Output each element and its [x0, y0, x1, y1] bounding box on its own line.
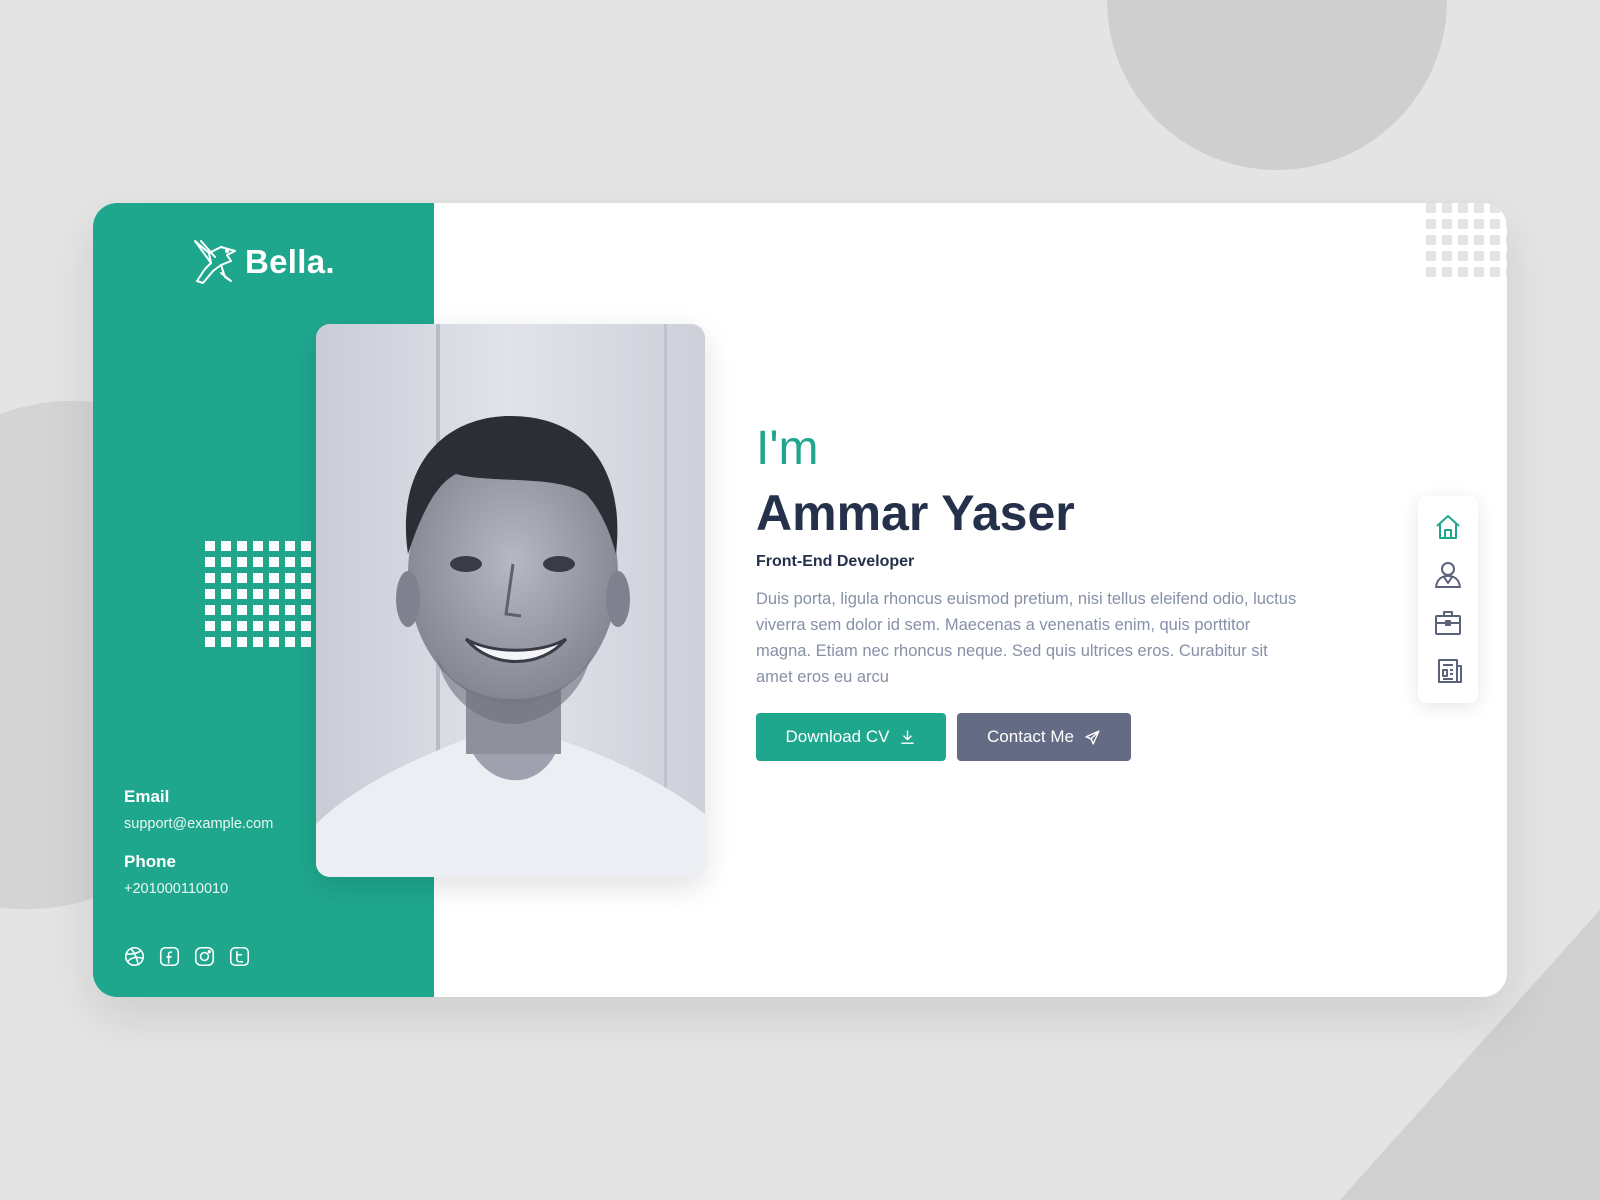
- nav-portfolio[interactable]: [1433, 608, 1463, 638]
- email-label: Email: [124, 787, 170, 806]
- phone-value[interactable]: +201000110010: [124, 881, 273, 897]
- profile-photo: [316, 324, 705, 877]
- instagram-icon[interactable]: [194, 946, 215, 967]
- hero-name: Ammar Yaser: [756, 485, 1075, 541]
- side-navigation: [1418, 496, 1478, 703]
- hero-bio: Duis porta, ligula rhoncus euismod preti…: [756, 590, 1297, 686]
- download-cv-button[interactable]: Download CV: [756, 713, 946, 761]
- decorative-dot-grid-corner: [1426, 203, 1507, 277]
- contact-me-button[interactable]: Contact Me: [957, 713, 1131, 761]
- hero-role: Front-End Developer: [756, 553, 915, 570]
- download-cv-label: Download CV: [785, 727, 890, 746]
- hero-actions: Download CV Contact Me: [756, 713, 1316, 761]
- nav-home[interactable]: [1433, 512, 1463, 542]
- hero-intro: I'm Ammar Yaser Front-End Developer Duis…: [756, 421, 1316, 761]
- brand-name: Bella.: [245, 243, 335, 280]
- social-links: [124, 946, 250, 967]
- home-icon: [1436, 515, 1460, 539]
- greeting: I'm: [756, 422, 819, 475]
- portfolio-card: Bella. Email support@example.com Phone +…: [93, 203, 1507, 997]
- user-icon: [1435, 562, 1461, 588]
- facebook-icon[interactable]: [159, 946, 180, 967]
- nav-about[interactable]: [1433, 560, 1463, 590]
- brand-logo[interactable]: Bella.: [191, 237, 335, 287]
- bird-logo-icon: [194, 240, 236, 284]
- decorative-dot-grid: [205, 541, 327, 647]
- nav-blog[interactable]: [1433, 656, 1463, 686]
- dribbble-icon[interactable]: [124, 946, 145, 967]
- briefcase-icon: [1435, 611, 1461, 635]
- twitter-icon[interactable]: [229, 946, 250, 967]
- email-value[interactable]: support@example.com: [124, 816, 273, 832]
- send-icon: [1085, 729, 1100, 745]
- contact-info: Email support@example.com Phone +2010001…: [124, 787, 273, 917]
- download-icon: [901, 729, 915, 744]
- portrait-illustration: [316, 324, 705, 877]
- background-circle: [1107, 0, 1447, 170]
- contact-me-label: Contact Me: [987, 727, 1074, 746]
- phone-label: Phone: [124, 852, 176, 871]
- newspaper-icon: [1438, 659, 1462, 683]
